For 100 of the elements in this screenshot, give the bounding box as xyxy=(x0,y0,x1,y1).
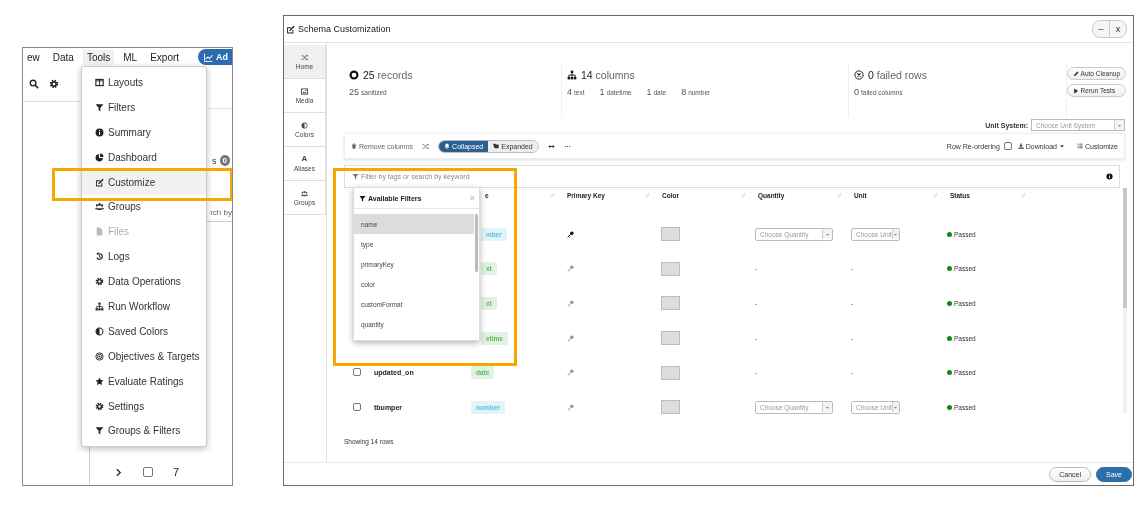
menu-item[interactable]: Customize xyxy=(82,169,206,195)
file-icon xyxy=(95,227,104,237)
resize-handle-icon xyxy=(1020,192,1026,198)
caret-icon xyxy=(893,404,899,410)
status-dot xyxy=(947,404,952,410)
resize-handle-icon xyxy=(740,192,746,198)
contrast-icon xyxy=(95,326,104,336)
window-title: Schema Customization xyxy=(298,24,391,34)
row-number: 7 xyxy=(173,466,180,478)
checkbox[interactable] xyxy=(1003,142,1012,150)
menu-item[interactable]: Dashboard xyxy=(82,144,206,170)
label-fragment: s xyxy=(212,155,217,166)
menu-item[interactable]: Groups & Filters xyxy=(82,418,206,444)
checkbox[interactable] xyxy=(353,368,361,377)
caret-icon xyxy=(1058,143,1065,149)
menu-item[interactable]: Layouts xyxy=(82,70,206,95)
caret-icon xyxy=(893,231,899,237)
checkbox[interactable] xyxy=(143,467,153,477)
resize-handle-icon xyxy=(932,192,938,198)
caret-icon xyxy=(825,404,830,410)
ring-icon xyxy=(349,70,359,80)
stat-title: 25 records xyxy=(349,69,561,81)
color-swatch[interactable] xyxy=(661,296,680,311)
arrows-icon[interactable] xyxy=(547,142,555,150)
count-badge: 0 xyxy=(219,155,230,166)
trash-icon xyxy=(351,143,357,149)
people-icon xyxy=(95,202,104,212)
contrast-icon xyxy=(301,121,308,129)
minimize-button[interactable]: – xyxy=(1093,21,1109,37)
menu-item[interactable]: Evaluate Ratings xyxy=(82,368,206,394)
menu-bar-item[interactable]: Export xyxy=(146,49,184,65)
x-circle-icon xyxy=(854,70,864,80)
font-icon: A xyxy=(301,155,308,163)
menu-item[interactable]: Saved Colors xyxy=(82,318,206,344)
info-icon xyxy=(1106,173,1113,180)
stat-count: 8 xyxy=(681,87,687,97)
gear-icon xyxy=(95,277,104,287)
caret-icon xyxy=(825,231,830,237)
checkbox[interactable] xyxy=(353,402,361,411)
resize-handle-icon xyxy=(836,192,842,198)
status-dot xyxy=(947,370,952,376)
hierarchy-icon xyxy=(95,301,104,311)
chart-icon xyxy=(204,52,213,62)
search-icon[interactable] xyxy=(29,78,39,89)
menu-item[interactable]: Data Operations xyxy=(82,269,206,294)
menu-item[interactable]: Filters xyxy=(82,94,206,120)
scrollbar-thumb[interactable] xyxy=(475,214,478,272)
color-swatch[interactable] xyxy=(661,261,680,276)
layout-icon xyxy=(95,77,104,87)
menu-item[interactable]: Objectives & Targets xyxy=(82,343,206,369)
shuffle-icon xyxy=(301,53,308,61)
star-icon xyxy=(95,376,104,386)
expand-icon[interactable] xyxy=(114,467,123,477)
resize-handle-icon xyxy=(549,192,555,198)
stat-title: 0 failed rows xyxy=(854,69,1066,81)
edit-icon xyxy=(286,24,295,34)
menu-bar-item[interactable]: Tools xyxy=(82,49,115,65)
close-button[interactable]: x xyxy=(1109,21,1126,37)
shuffle-icon[interactable] xyxy=(422,142,430,150)
stat-count: 0 xyxy=(854,87,859,97)
menu-bar-item[interactable]: Data xyxy=(48,49,78,65)
scrollbar[interactable] xyxy=(1123,188,1127,413)
info-icon xyxy=(95,127,104,137)
menu-item[interactable]: Groups xyxy=(82,194,206,220)
menu-item[interactable]: Summary xyxy=(82,119,206,145)
stat-count: 25 xyxy=(349,87,359,97)
pencil-icon xyxy=(1072,70,1079,77)
status-dot xyxy=(947,266,952,272)
menu-bar-item[interactable]: ew xyxy=(23,49,44,65)
stat-count: 4 xyxy=(567,87,572,97)
key-icon[interactable] xyxy=(567,230,574,238)
color-swatch[interactable] xyxy=(661,331,680,346)
color-swatch[interactable] xyxy=(661,400,680,415)
color-swatch[interactable] xyxy=(661,365,680,380)
book-icon xyxy=(493,143,500,149)
stat-count: 1 xyxy=(599,87,605,97)
bell-icon xyxy=(444,143,451,149)
filter-icon xyxy=(352,173,359,180)
pie-chart-icon xyxy=(95,152,104,162)
add-button[interactable]: Ad xyxy=(198,49,232,65)
color-swatch[interactable] xyxy=(661,227,680,242)
menu-item[interactable]: Settings xyxy=(82,393,206,419)
status-dot xyxy=(947,231,952,237)
target-icon xyxy=(95,351,104,361)
filter-icon xyxy=(95,102,104,112)
resize-handle-icon xyxy=(644,192,650,198)
settings-icon[interactable] xyxy=(49,78,59,89)
menu-item[interactable]: Logs xyxy=(82,244,206,270)
settings-icon xyxy=(95,401,104,411)
filter-icon xyxy=(95,426,104,436)
menu-bar-item[interactable]: ML xyxy=(119,49,142,65)
status-dot xyxy=(947,335,952,341)
edit-icon xyxy=(95,177,104,187)
image-icon xyxy=(301,87,308,95)
stat-title: 14 columns xyxy=(567,69,848,81)
hierarchy-icon xyxy=(567,70,577,80)
stat-count: 1 xyxy=(646,87,652,97)
menu-item[interactable]: Run Workflow xyxy=(82,294,206,319)
download-icon xyxy=(1017,143,1024,149)
people-icon xyxy=(301,189,308,197)
